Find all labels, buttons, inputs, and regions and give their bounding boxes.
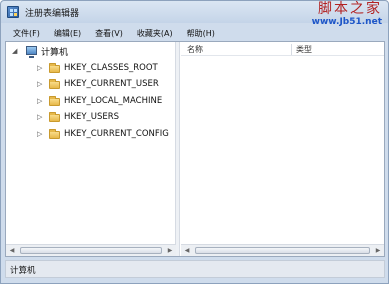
tree-item-hkey-current-user[interactable]: ▷ HKEY_CURRENT_USER — [6, 77, 174, 94]
folder-icon — [49, 79, 60, 89]
folder-icon — [49, 112, 60, 122]
menu-file[interactable]: 文件(F) — [5, 28, 46, 39]
scroll-left-arrow-icon[interactable]: ◀ — [181, 245, 193, 256]
collapse-arrow-icon[interactable]: ◢ — [12, 47, 17, 55]
client-area: ◢ 计算机 ▷ HKEY_CLASSES_ROOT ▷ HKEY_CURRENT… — [5, 41, 385, 257]
tree-item-label: HKEY_LOCAL_MACHINE — [64, 95, 163, 106]
tree-item-hkey-local-machine[interactable]: ▷ HKEY_LOCAL_MACHINE — [6, 94, 174, 111]
list-column-headers: 名称 类型 — [181, 42, 384, 56]
expand-arrow-icon[interactable]: ▷ — [37, 113, 42, 121]
scroll-thumb[interactable] — [195, 247, 370, 254]
expand-arrow-icon[interactable]: ▷ — [37, 80, 42, 88]
list-horizontal-scrollbar[interactable]: ◀ ▶ — [181, 244, 384, 256]
values-list-pane[interactable]: 名称 类型 ◀ ▶ — [181, 42, 384, 256]
status-text: 计算机 — [10, 266, 36, 276]
computer-icon — [26, 46, 37, 58]
expand-arrow-icon[interactable]: ▷ — [37, 64, 42, 72]
tree-pane[interactable]: ◢ 计算机 ▷ HKEY_CLASSES_ROOT ▷ HKEY_CURRENT… — [6, 42, 176, 256]
title-bar[interactable]: 注册表编辑器 脚本之家 www.Jb51.net — [1, 1, 388, 27]
tree-horizontal-scrollbar[interactable]: ◀ ▶ — [6, 244, 176, 256]
menu-help[interactable]: 帮助(H) — [179, 28, 221, 39]
tree-item-label: 计算机 — [41, 48, 69, 58]
column-header-name[interactable]: 名称 — [187, 44, 292, 55]
folder-icon — [49, 62, 60, 73]
scroll-right-arrow-icon[interactable]: ▶ — [164, 245, 176, 256]
tree-item-label: HKEY_CLASSES_ROOT — [64, 62, 158, 73]
menu-edit[interactable]: 编辑(E) — [46, 28, 87, 39]
tree-item-hkey-current-config[interactable]: ▷ HKEY_CURRENT_CONFIG — [6, 127, 174, 144]
pane-splitter[interactable] — [176, 42, 180, 256]
registry-app-icon — [7, 6, 19, 18]
window-title: 注册表编辑器 — [25, 9, 80, 19]
folder-icon — [49, 128, 60, 139]
expand-arrow-icon[interactable]: ▷ — [37, 130, 42, 138]
tree-item-computer[interactable]: ◢ 计算机 — [6, 44, 174, 61]
tree-item-hkey-classes-root[interactable]: ▷ HKEY_CLASSES_ROOT — [6, 61, 174, 78]
tree-item-hkey-users[interactable]: ▷ HKEY_USERS — [6, 110, 174, 127]
scroll-left-arrow-icon[interactable]: ◀ — [6, 245, 18, 256]
menu-favorites[interactable]: 收藏夹(A) — [129, 28, 179, 39]
folder-icon — [49, 95, 60, 106]
tree-item-label: HKEY_CURRENT_CONFIG — [64, 128, 169, 139]
watermark: 脚本之家 www.Jb51.net — [312, 2, 382, 27]
tree-item-label: HKEY_USERS — [64, 112, 120, 122]
expand-arrow-icon[interactable]: ▷ — [37, 97, 42, 105]
watermark-name: 脚本之家 — [318, 1, 382, 17]
registry-editor-window: 注册表编辑器 脚本之家 www.Jb51.net 文件(F) 编辑(E) 查看(… — [0, 0, 389, 284]
menu-view[interactable]: 查看(V) — [87, 28, 129, 39]
status-bar: 计算机 — [5, 260, 385, 278]
registry-tree: ◢ 计算机 ▷ HKEY_CLASSES_ROOT ▷ HKEY_CURRENT… — [6, 44, 174, 143]
column-header-type[interactable]: 类型 — [296, 44, 384, 55]
scroll-thumb[interactable] — [20, 247, 162, 254]
tree-item-label: HKEY_CURRENT_USER — [64, 79, 159, 89]
menu-bar: 文件(F) 编辑(E) 查看(V) 收藏夹(A) 帮助(H) — [5, 25, 386, 41]
scroll-right-arrow-icon[interactable]: ▶ — [372, 245, 384, 256]
